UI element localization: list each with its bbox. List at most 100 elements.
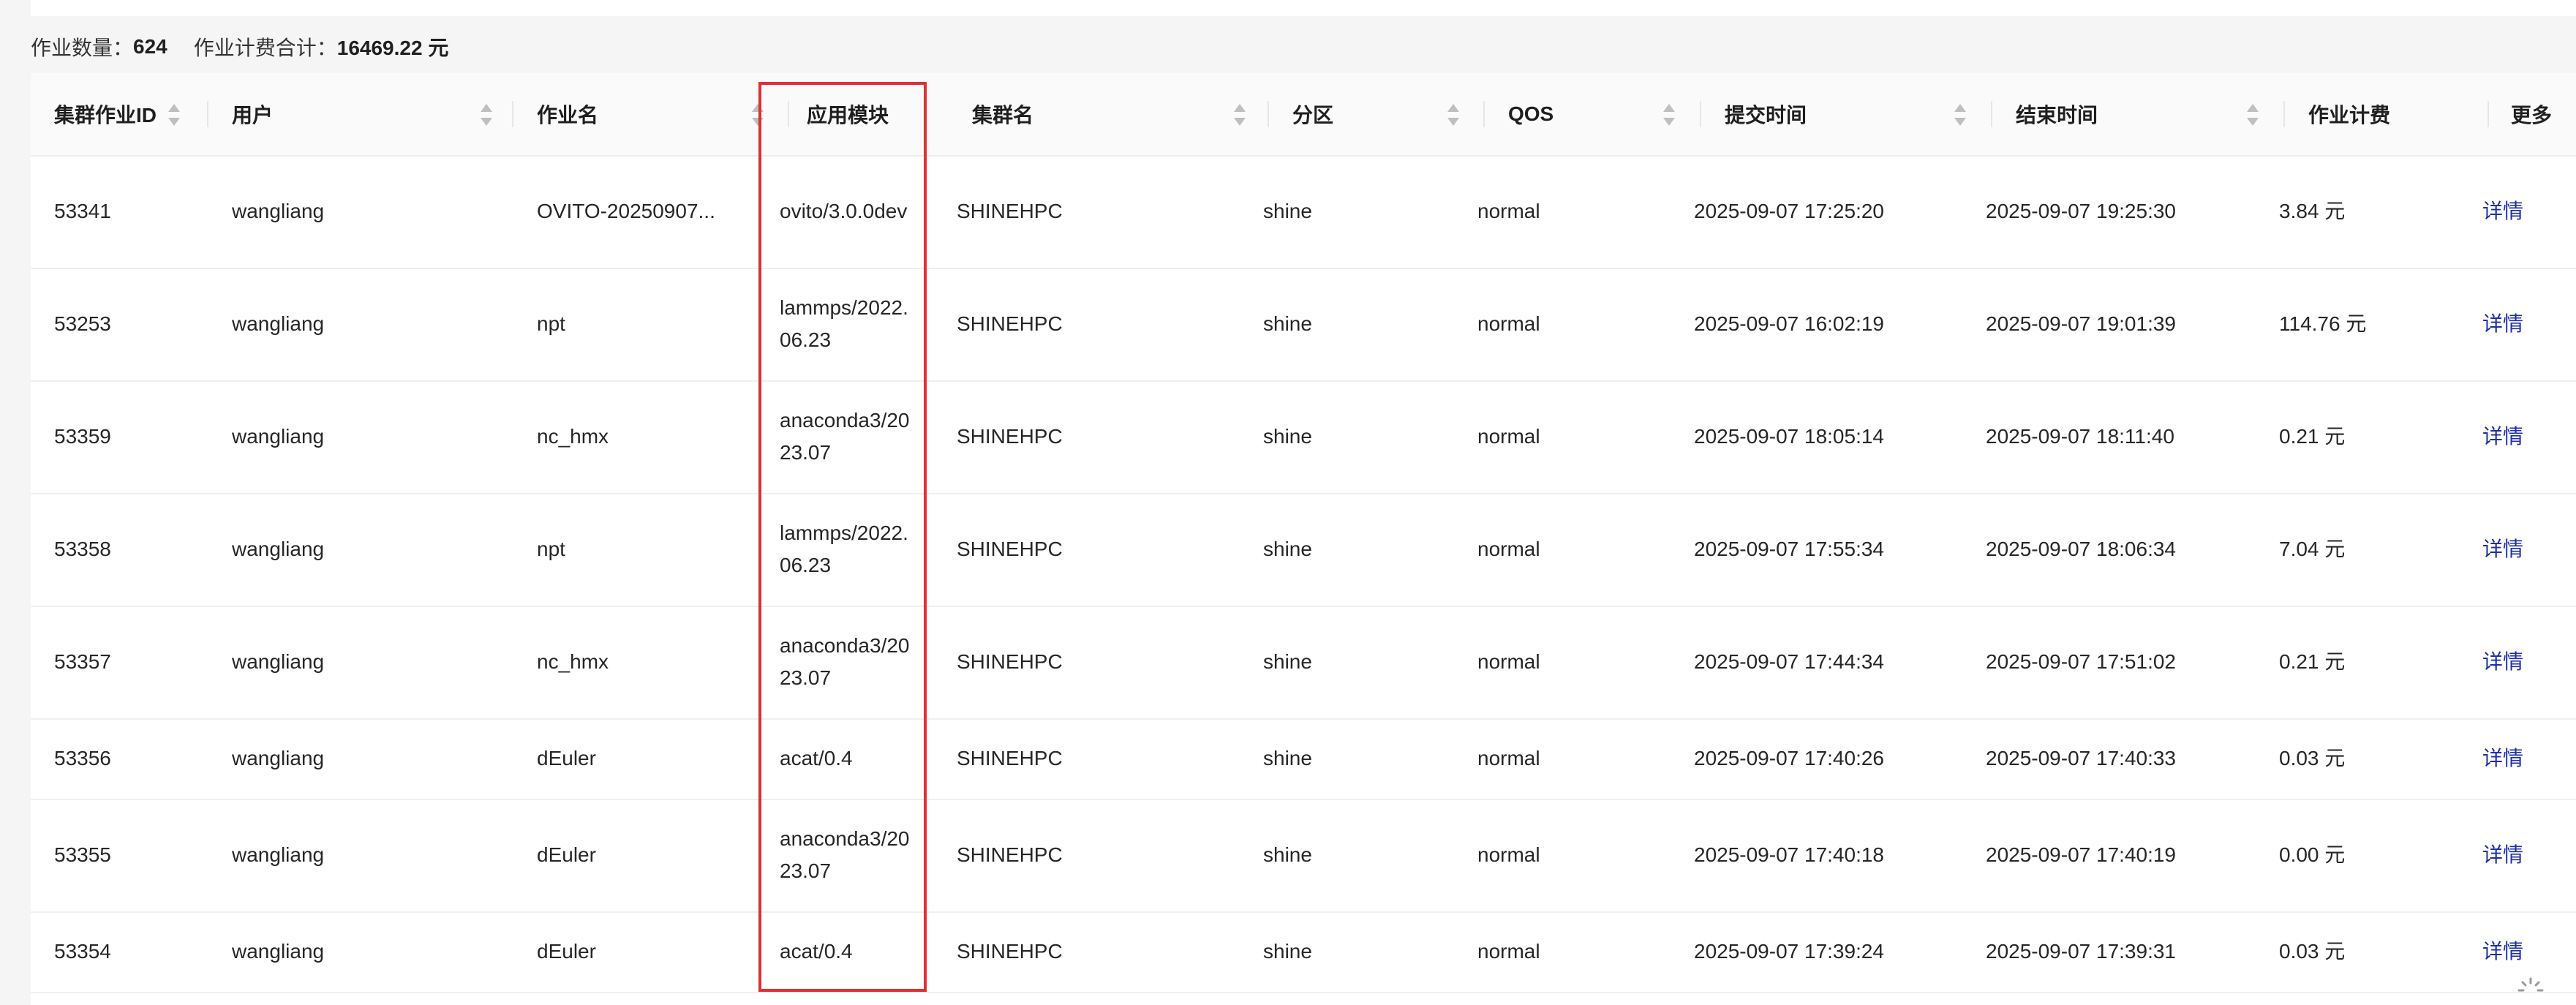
summary-bar: 作业数量： 624 作业计费合计： 16469.22 元 [31,31,448,63]
column-header-label: 用户 [232,104,274,127]
cell-job-id: 53356 [54,747,111,769]
cell-end-time: 2025-09-07 17:39:31 [1986,940,2176,963]
column-header-job-id[interactable]: 集群作业ID [31,73,208,155]
total-fee-label: 作业计费合计： [193,37,337,59]
column-header-fee[interactable]: 作业计费 [2285,73,2489,155]
cell-fee: 3.84 元 [2279,200,2346,222]
cell-partition: shine [1263,200,1312,222]
cell-module: acat/0.4 [780,940,853,963]
total-fee-value: 16469.22 元 [336,37,449,59]
detail-link[interactable]: 详情 [2482,493,2523,606]
cell-partition: shine [1263,425,1312,448]
sort-icon[interactable] [168,104,180,126]
cell-job-name: npt [537,538,565,560]
cell-submit-time: 2025-09-07 17:55:34 [1694,538,1884,560]
loading-spinner-icon [2516,976,2560,1005]
job-count-label: 作业数量： [31,37,134,59]
table-row: 53359 wangliang nc_hmx anaconda3/2023.07… [31,380,2576,494]
cell-module: anaconda3/2023.07 [780,827,910,882]
column-header-partition[interactable]: 分区 [1269,73,1485,155]
cell-fee: 0.21 元 [2279,650,2346,673]
cell-job-id: 53341 [54,200,111,222]
column-header-label: 提交时间 [1725,104,1807,127]
sort-icon[interactable] [2247,104,2259,126]
cell-cluster: SHINEHPC [957,312,1063,335]
cell-fee: 0.03 元 [2279,940,2346,963]
cell-user: wangliang [232,747,325,769]
job-table: 集群作业ID 用户 作业名 应用模块 集群名 分区 QOS 提交时间 结束时间 … [31,73,2576,1005]
table-row: 53253 wangliang npt lammps/2022.06.23 SH… [31,268,2576,382]
detail-link[interactable]: 详情 [2482,606,2523,718]
sort-icon[interactable] [1234,104,1246,126]
cell-user: wangliang [232,425,325,448]
sort-icon[interactable] [1663,104,1675,126]
column-header-label: 结束时间 [2016,104,2098,127]
column-header-label: QOS [1508,102,1554,125]
column-header-more: 更多 [2489,73,2576,155]
cell-job-name: dEuler [537,747,596,769]
cell-end-time: 2025-09-07 17:40:19 [1986,843,2176,866]
column-header-cluster[interactable]: 集群名 [957,73,1269,155]
cell-user: wangliang [232,843,325,866]
cell-job-id: 53354 [54,940,111,963]
cell-user: wangliang [232,538,325,560]
detail-link[interactable]: 详情 [2482,268,2523,380]
cell-cluster: SHINEHPC [957,538,1063,560]
cell-user: wangliang [232,312,325,335]
cell-module: ovito/3.0.0dev [780,200,908,222]
cell-cluster: SHINEHPC [957,650,1063,673]
cell-fee: 0.21 元 [2279,425,2346,448]
table-row: 53356 wangliang dEuler acat/0.4 SHINEHPC… [31,718,2576,800]
cell-submit-time: 2025-09-07 17:40:18 [1694,843,1884,866]
column-header-label: 集群名 [972,104,1034,127]
table-row: 53341 wangliang OVITO-20250907... ovito/… [31,155,2576,269]
table-row: 53355 wangliang dEuler anaconda3/2023.07… [31,799,2576,913]
cell-submit-time: 2025-09-07 17:44:34 [1694,650,1884,673]
column-header-label: 作业名 [537,104,599,127]
column-header-job-name[interactable]: 作业名 [513,73,789,155]
column-header-user[interactable]: 用户 [208,73,513,155]
sort-icon[interactable] [1447,104,1459,126]
cell-submit-time: 2025-09-07 17:40:26 [1694,747,1884,769]
sort-icon[interactable] [752,104,764,126]
column-header-module[interactable]: 应用模块 [789,73,957,155]
sort-icon[interactable] [481,104,492,126]
cell-end-time: 2025-09-07 17:51:02 [1986,650,2176,673]
cell-cluster: SHINEHPC [957,940,1063,963]
cell-submit-time: 2025-09-07 17:25:20 [1694,200,1884,222]
cell-fee: 0.03 元 [2279,747,2346,769]
cell-module: anaconda3/2023.07 [780,634,910,689]
detail-link[interactable]: 详情 [2482,380,2523,493]
sort-icon[interactable] [1954,104,1966,126]
table-row: 53354 wangliang dEuler acat/0.4 SHINEHPC… [31,911,2576,993]
cell-end-time: 2025-09-07 19:01:39 [1986,312,2176,335]
table-header: 集群作业ID 用户 作业名 应用模块 集群名 分区 QOS 提交时间 结束时间 … [31,73,2576,157]
cell-user: wangliang [232,650,325,673]
detail-link[interactable]: 详情 [2482,155,2523,268]
cell-partition: shine [1263,650,1312,673]
cell-partition: shine [1263,843,1312,866]
column-header-label: 应用模块 [807,104,889,127]
cell-job-id: 53358 [54,538,111,560]
cell-job-id: 53357 [54,650,111,673]
cell-end-time: 2025-09-07 17:40:33 [1986,747,2176,769]
cell-end-time: 2025-09-07 18:06:34 [1986,538,2176,560]
cell-partition: shine [1263,538,1312,560]
column-header-end-time[interactable]: 结束时间 [1992,73,2285,155]
column-header-qos[interactable]: QOS [1485,73,1701,155]
cell-cluster: SHINEHPC [957,843,1063,866]
job-list-page: 作业数量： 624 作业计费合计： 16469.22 元 集群作业ID 用户 作… [0,0,2576,1005]
cell-partition: shine [1263,312,1312,335]
cell-end-time: 2025-09-07 18:11:40 [1986,425,2174,448]
job-count-value: 624 [133,35,167,58]
cell-cluster: SHINEHPC [957,425,1063,448]
detail-link[interactable]: 详情 [2482,718,2523,799]
table-row: 53357 wangliang nc_hmx anaconda3/2023.07… [31,606,2576,720]
column-header-label: 作业计费 [2308,104,2391,127]
cell-user: wangliang [232,940,325,963]
column-header-label: 更多 [2511,104,2553,127]
cell-job-name: npt [537,312,565,335]
filter-panel-edge [31,0,2576,16]
detail-link[interactable]: 详情 [2482,799,2523,911]
column-header-submit-time[interactable]: 提交时间 [1701,73,1992,155]
